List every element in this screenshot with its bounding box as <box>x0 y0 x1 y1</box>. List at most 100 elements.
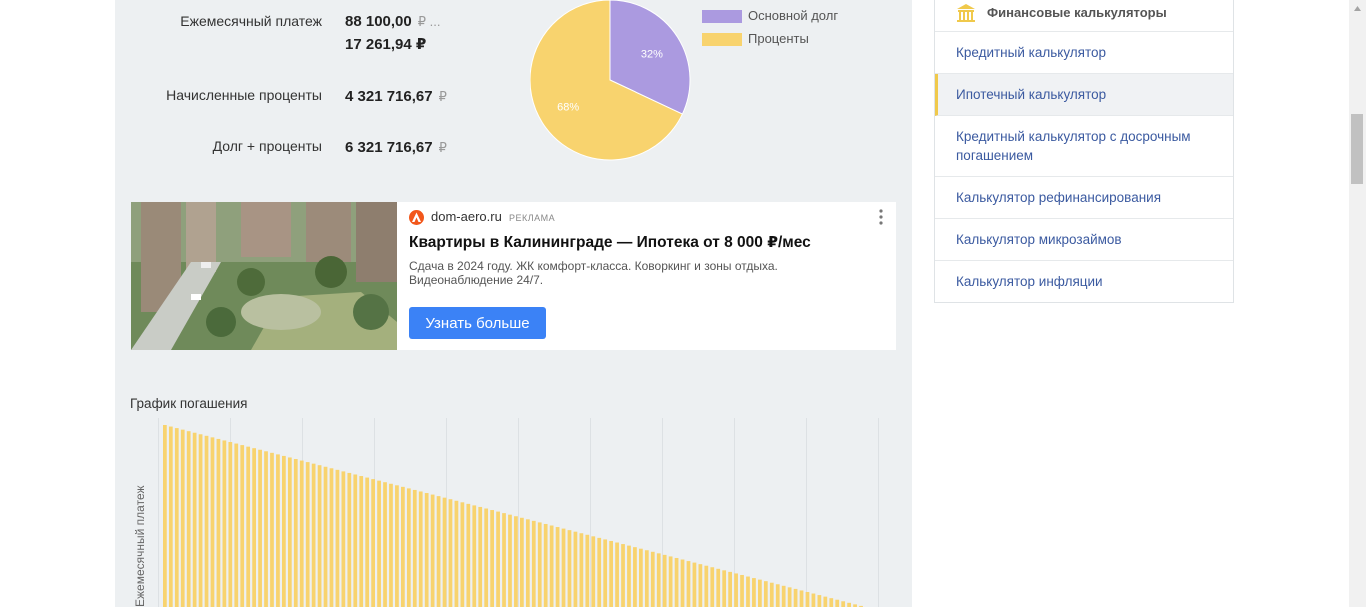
scroll-up-arrow-icon[interactable] <box>1349 0 1366 17</box>
chart-bar <box>793 588 798 607</box>
chart-bar <box>442 497 447 607</box>
chart-bar <box>406 488 411 607</box>
chart-bar <box>264 451 268 607</box>
chart-bar <box>311 463 316 607</box>
page-scrollbar[interactable] <box>1349 0 1366 607</box>
ad-description: Сдача в 2024 году. ЖК комфорт-класса. Ко… <box>409 259 778 287</box>
chart-bar <box>704 565 709 607</box>
sidebar-item-inflation-calculator[interactable]: Калькулятор инфляции <box>935 261 1233 302</box>
chart-bar <box>335 469 340 607</box>
chart-bar <box>543 523 548 607</box>
sidebar-item-early-repayment-calculator[interactable]: Кредитный калькулятор с досрочным погаше… <box>935 116 1233 177</box>
sidebar-item-microloan-calculator[interactable]: Калькулятор микрозаймов <box>935 219 1233 261</box>
chart-bar <box>817 595 822 607</box>
scrollbar-thumb[interactable] <box>1351 114 1363 184</box>
chart-bar <box>299 460 304 607</box>
chart-bar <box>650 551 655 607</box>
sidebar-header: Финансовые калькуляторы <box>935 0 1233 32</box>
ad-title[interactable]: Квартиры в Калининграде — Ипотека от 8 0… <box>409 233 811 252</box>
chart-bar <box>180 429 185 607</box>
chart-bar <box>246 446 251 607</box>
chart-bar <box>282 455 286 607</box>
chart-bar <box>401 486 405 607</box>
more-vertical-icon[interactable] <box>875 208 887 226</box>
chart-bar <box>561 528 566 607</box>
chart-bar <box>811 593 816 607</box>
chart-bar <box>716 568 721 607</box>
chart-bar <box>258 449 262 607</box>
sidebar-title: Финансовые калькуляторы <box>987 5 1167 20</box>
chart-bar <box>198 434 203 607</box>
chart-bar <box>752 578 756 607</box>
chart-bar <box>597 537 602 607</box>
bank-icon <box>957 4 975 22</box>
chart-bar <box>168 426 173 607</box>
chart-bar <box>656 553 661 607</box>
legend-swatch-principal <box>702 10 742 23</box>
chart-bar <box>710 567 715 607</box>
sidebar-item-credit-calculator[interactable]: Кредитный калькулятор <box>935 32 1233 74</box>
currency-sign: ₽ <box>438 140 447 155</box>
chart-bar <box>341 471 346 607</box>
chart-bar <box>424 493 429 607</box>
chart-bar <box>573 531 578 607</box>
ad-image[interactable] <box>131 202 397 350</box>
chart-bar <box>585 534 590 607</box>
chart-bar <box>192 432 197 607</box>
chart-bar <box>395 485 399 607</box>
chart-bar <box>472 505 477 607</box>
chart-bar <box>496 511 500 607</box>
chart-bar <box>210 437 215 607</box>
chart-bar <box>799 590 804 607</box>
chart-bar <box>222 440 227 607</box>
chart-bar <box>686 561 691 607</box>
chart-bar <box>353 474 358 607</box>
chart-bar <box>692 562 697 607</box>
ad-learn-more-button[interactable]: Узнать больше <box>409 307 546 339</box>
legend-item-interest: Проценты <box>702 29 902 49</box>
chart-bar <box>466 503 471 607</box>
chart-bar <box>621 544 625 607</box>
chart-bar <box>829 598 834 607</box>
ad-banner[interactable]: dom-aero.ru РЕКЛАМА Квартиры в Калинингр… <box>131 202 896 350</box>
chart-bar <box>746 576 750 607</box>
sidebar-calculators: Финансовые калькуляторы Кредитный кальку… <box>934 0 1234 303</box>
sidebar-item-refinancing-calculator[interactable]: Калькулятор рефинансирования <box>935 177 1233 219</box>
chart-bar <box>347 472 352 607</box>
chart-bar <box>305 462 310 607</box>
chart-bar <box>775 584 780 607</box>
chart-bar <box>609 540 613 607</box>
chart-bar <box>383 482 387 607</box>
chart-bar <box>841 601 846 607</box>
ad-domain[interactable]: dom-aero.ru <box>431 209 502 224</box>
total-label: Долг + проценты <box>212 138 322 154</box>
chart-y-axis-label: Ежемесячный платеж <box>133 485 147 607</box>
chart-bar <box>186 431 191 607</box>
chart-bar <box>412 489 417 607</box>
chart-bar <box>787 587 792 607</box>
sidebar-item-mortgage-calculator[interactable]: Ипотечный калькулятор <box>935 74 1233 116</box>
chart-bar <box>454 500 459 607</box>
chart-bar <box>329 468 334 607</box>
chart-bar <box>698 564 703 607</box>
chart-bar <box>668 556 673 607</box>
chart-bar <box>317 465 322 607</box>
ad-image-illustration <box>131 202 397 350</box>
chart-bar <box>579 533 584 607</box>
chart-bar <box>478 506 483 607</box>
chart-bar <box>627 545 631 607</box>
chart-bar <box>639 548 643 607</box>
monthly-payment-last: 17 261,94 ₽ <box>345 36 427 53</box>
total-amount: 6 321 716,67 <box>345 139 433 156</box>
main-content: Ежемесячный платеж 88 100,00 ₽ ... 17 261… <box>115 0 912 607</box>
chart-bar <box>781 585 786 607</box>
chart-bar <box>174 428 179 607</box>
chart-bar <box>484 508 489 607</box>
chart-bar <box>252 448 256 607</box>
legend-label-principal: Основной долг <box>748 8 839 23</box>
chart-bar <box>293 459 298 607</box>
chart-bar <box>603 539 608 607</box>
chart-bar <box>722 570 727 607</box>
monthly-payment-value: 88 100,00 ₽ ... <box>345 13 440 30</box>
chart-bar <box>758 579 762 607</box>
